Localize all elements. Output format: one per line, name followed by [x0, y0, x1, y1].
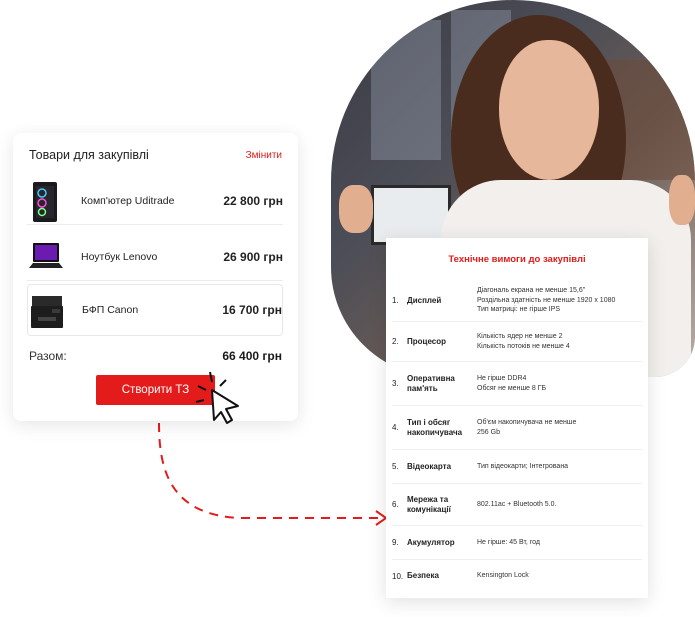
spec-value: 802.11ac + Bluetooth 5.0.	[477, 500, 557, 508]
spec-value: Kensington Lock	[477, 572, 529, 580]
spec-row: 5. Відеокарта Тип відеокарти; Інтегрован…	[392, 450, 642, 484]
specs-title: Технічне вимоги до закупівлі	[448, 254, 586, 265]
spec-name: Відеокарта	[407, 461, 452, 471]
spec-value: Об'єм накопичувача не менше 256 Gb	[477, 419, 577, 436]
spec-value: Тип відеокарти; Інтегрована	[477, 462, 569, 470]
cart-item[interactable]: БФП Canon 16 700 грн	[27, 284, 283, 336]
spec-value: Не гірше DDR4 Обсяг не менше 8 ГБ	[477, 375, 547, 392]
specs-card: Технічне вимоги до закупівлі 1. Дисплей …	[386, 238, 648, 598]
laptop-icon	[29, 237, 63, 277]
item-price: 16 700 грн	[222, 303, 282, 317]
cart-item[interactable]: Комп'ютер Uditrade 22 800 грн	[27, 177, 283, 225]
spec-name: Процесор	[407, 336, 447, 346]
item-name: Ноутбук Lenovo	[81, 250, 158, 263]
item-price: 26 900 грн	[223, 249, 283, 264]
edit-link[interactable]: Змінити	[246, 150, 282, 161]
spec-name: Мережа та комунікації	[407, 494, 451, 514]
cart-card: Товари для закупівлі Змінити Комп'ютер U…	[13, 133, 298, 421]
spec-row: 1. Дисплей Діагональ екрана не менше 15,…	[392, 280, 642, 322]
spec-row: 10. Безпека Kensington Lock	[392, 560, 642, 592]
spec-name: Безпека	[407, 571, 439, 580]
spec-row: 2. Процесор Кількість ядер не менше 2 Кі…	[392, 322, 642, 362]
spec-number: 5.	[392, 462, 399, 471]
total-value: 66 400 грн	[222, 349, 282, 363]
spec-number: 2.	[392, 337, 399, 346]
cursor-icon	[195, 372, 239, 424]
spec-number: 10.	[392, 571, 404, 581]
pc-tower-icon	[29, 181, 61, 222]
spec-row: 6. Мережа та комунікації 802.11ac + Blue…	[392, 484, 642, 526]
spec-number: 4.	[392, 423, 399, 432]
spec-name: Тип і обсяг накопичувача	[407, 417, 463, 437]
spec-number: 6.	[392, 500, 399, 509]
spec-row: 4. Тип і обсяг накопичувача Об'єм накопи…	[392, 406, 642, 450]
spec-name: Акумулятор	[407, 537, 455, 547]
spec-value: Діагональ екрана не менше 15,6" Роздільн…	[477, 287, 616, 314]
spec-number: 3.	[392, 379, 399, 388]
spec-name: Дисплей	[407, 295, 442, 305]
spec-value: Не гірше: 45 Вт, год	[477, 538, 541, 546]
printer-icon	[30, 290, 63, 330]
cart-item[interactable]: Ноутбук Lenovo 26 900 грн	[27, 233, 283, 281]
cart-title: Товари для закупівлі	[29, 148, 149, 162]
total-label: Разом:	[29, 349, 67, 363]
spec-name: Оперативна пам'ять	[407, 373, 455, 393]
item-name: БФП Canon	[82, 304, 139, 316]
spec-row: 9. Акумулятор Не гірше: 45 Вт, год	[392, 526, 642, 560]
spec-value: Кількість ядер не менше 2 Кількість пото…	[477, 333, 570, 350]
item-name: Комп'ютер Uditrade	[81, 194, 175, 207]
spec-row: 3. Оперативна пам'ять Не гірше DDR4 Обся…	[392, 362, 642, 406]
spec-number: 9.	[392, 538, 399, 547]
spec-number: 1.	[392, 296, 399, 305]
item-price: 22 800 грн	[223, 193, 283, 208]
